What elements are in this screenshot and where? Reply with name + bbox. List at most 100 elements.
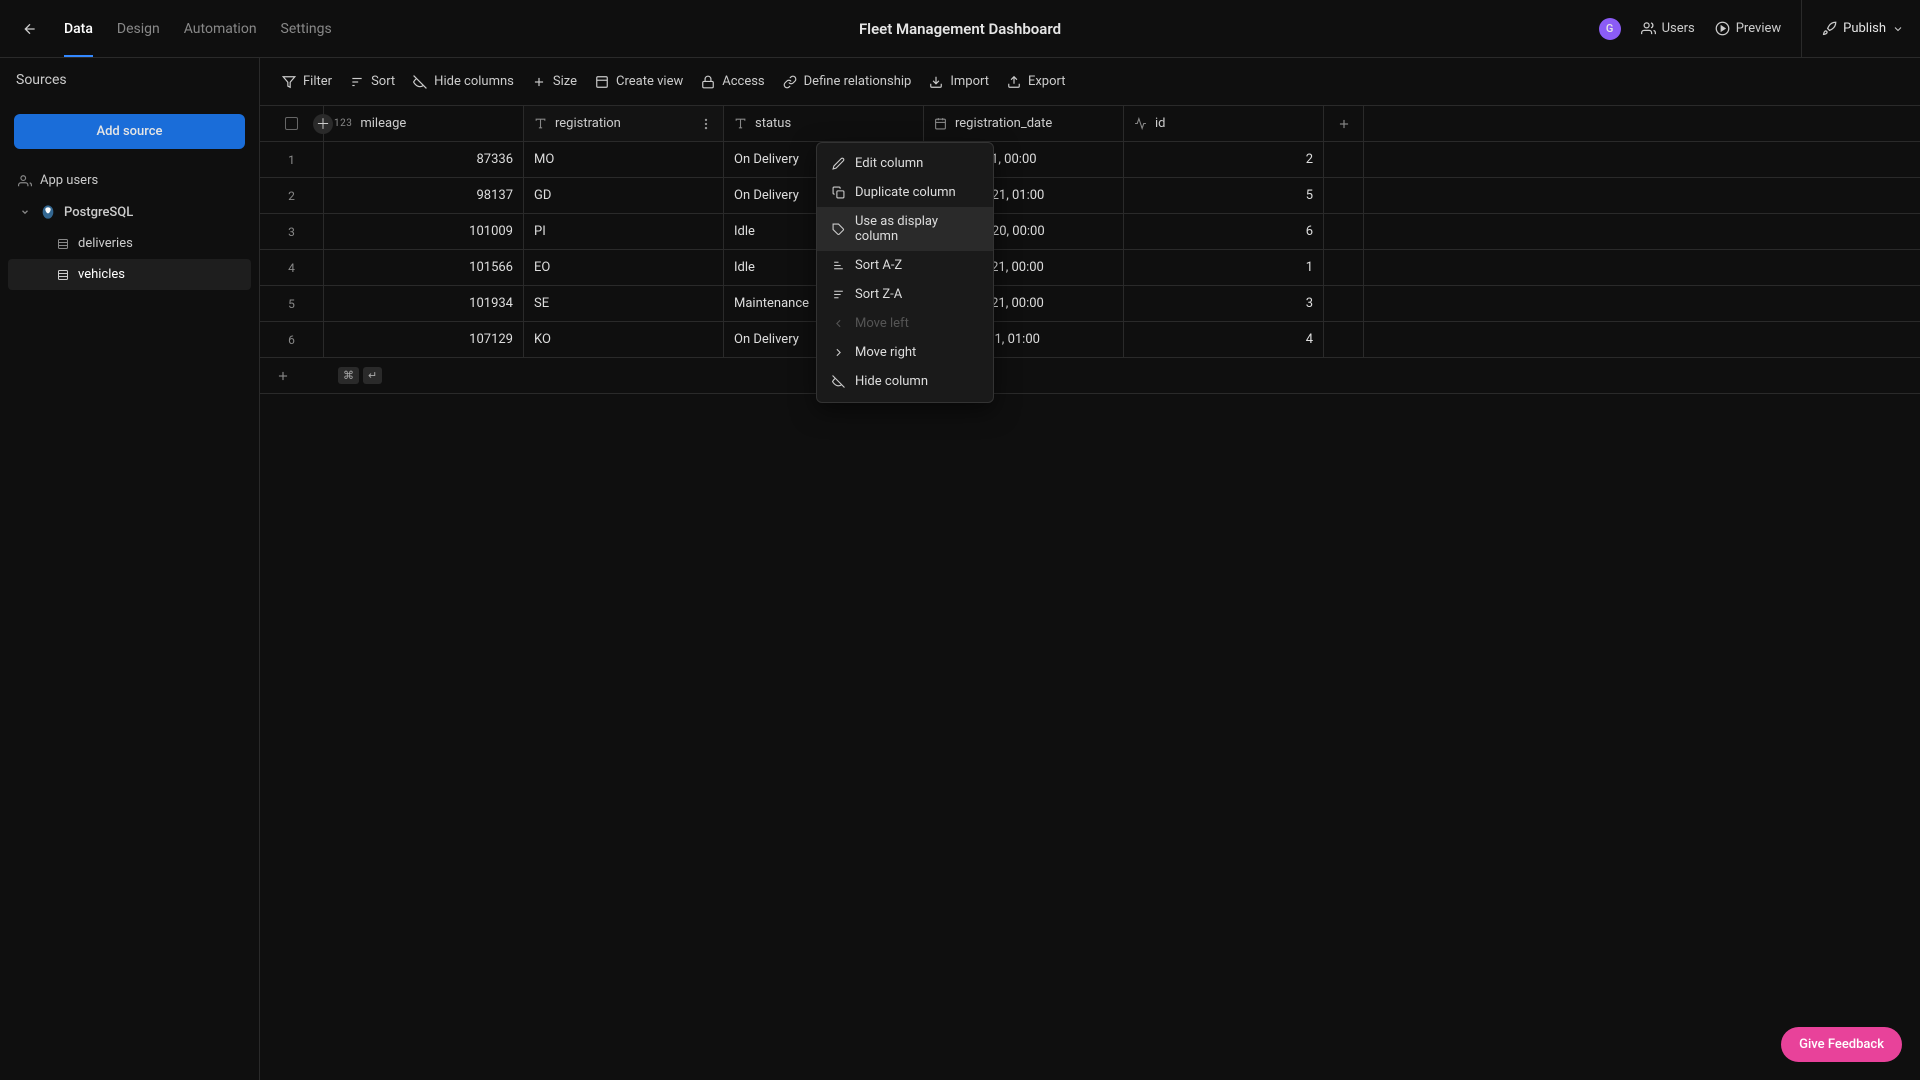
import-icon (929, 75, 943, 89)
ctx-move-right[interactable]: Move right (817, 338, 993, 367)
publish-button[interactable]: Publish (1801, 0, 1904, 58)
tab-settings[interactable]: Settings (281, 1, 332, 57)
cell-registration[interactable]: MO (524, 142, 724, 177)
filter-icon (282, 75, 296, 89)
export-button[interactable]: Export (1007, 74, 1066, 89)
preview-button[interactable]: Preview (1715, 21, 1781, 36)
users-icon (18, 174, 32, 188)
insert-column-button[interactable]: ＋ (313, 114, 333, 134)
content: Filter Sort Hide columns Size Create vie… (260, 58, 1920, 1080)
cell-mileage[interactable]: 87336 (324, 142, 524, 177)
add-column-button[interactable] (1324, 106, 1364, 141)
size-button[interactable]: Size (532, 74, 577, 89)
add-source-button[interactable]: Add source (14, 114, 245, 149)
give-feedback-button[interactable]: Give Feedback (1781, 1027, 1902, 1062)
plus-icon (1337, 117, 1351, 131)
ctx-label: Hide column (855, 374, 928, 389)
column-header-registration-date[interactable]: registration_date (924, 106, 1124, 141)
cell-id[interactable]: 2 (1124, 142, 1324, 177)
toolbar-label: Export (1028, 74, 1066, 89)
back-button[interactable] (16, 15, 44, 43)
kbd-enter: ↵ (363, 367, 382, 384)
kbd-cmd: ⌘ (338, 367, 359, 384)
table-row[interactable]: 5 101934 SE Maintenance Jan 28 2021, 00:… (260, 286, 1920, 322)
table-row[interactable]: 2 98137 GD On Delivery Sep 18 2021, 01:0… (260, 178, 1920, 214)
sidebar-item-label: PostgreSQL (64, 205, 133, 220)
cell-id[interactable]: 4 (1124, 322, 1324, 357)
sort-button[interactable]: Sort (350, 74, 395, 89)
nav-tabs: Data Design Automation Settings (64, 1, 332, 57)
link-icon (783, 75, 797, 89)
ctx-edit-column[interactable]: Edit column (817, 149, 993, 178)
rocket-icon (1822, 21, 1837, 36)
filter-button[interactable]: Filter (282, 74, 332, 89)
cell-id[interactable]: 5 (1124, 178, 1324, 213)
tab-data[interactable]: Data (64, 1, 93, 57)
postgres-icon (40, 204, 56, 220)
ctx-label: Move right (855, 345, 916, 360)
ctx-label: Move left (855, 316, 909, 331)
eye-off-icon (413, 75, 427, 89)
create-view-button[interactable]: Create view (595, 74, 683, 89)
export-icon (1007, 75, 1021, 89)
users-button[interactable]: Users (1641, 21, 1695, 36)
avatar[interactable]: G (1599, 18, 1621, 40)
column-header-id[interactable]: id (1124, 106, 1324, 141)
cell-id[interactable]: 6 (1124, 214, 1324, 249)
toolbar-label: Sort (371, 74, 395, 89)
cell-registration[interactable]: KO (524, 322, 724, 357)
ctx-use-as-display[interactable]: Use as display column (817, 207, 993, 251)
sidebar-item-app-users[interactable]: App users (8, 165, 251, 196)
cell-empty (1324, 142, 1364, 177)
select-all-cell: ＋ (260, 106, 324, 141)
plus-icon (276, 369, 290, 383)
tab-automation[interactable]: Automation (184, 1, 257, 57)
hide-columns-button[interactable]: Hide columns (413, 74, 514, 89)
cell-id[interactable]: 3 (1124, 286, 1324, 321)
cell-id[interactable]: 1 (1124, 250, 1324, 285)
chevron-down-icon (18, 205, 32, 219)
column-header-registration[interactable]: registration (524, 106, 724, 141)
cell-empty (1324, 250, 1364, 285)
cell-mileage[interactable]: 107129 (324, 322, 524, 357)
add-row[interactable]: ⌘ ↵ (260, 358, 1920, 394)
import-button[interactable]: Import (929, 74, 989, 89)
sidebar-item-vehicles[interactable]: vehicles (8, 259, 251, 290)
topbar: Data Design Automation Settings Fleet Ma… (0, 0, 1920, 58)
cell-registration[interactable]: GD (524, 178, 724, 213)
cell-registration[interactable]: PI (524, 214, 724, 249)
cell-mileage[interactable]: 98137 (324, 178, 524, 213)
cell-registration[interactable]: SE (524, 286, 724, 321)
row-index: 4 (260, 250, 324, 285)
table-header-row: ＋ 123 mileage registration status (260, 106, 1920, 142)
column-header-mileage[interactable]: 123 mileage (324, 106, 524, 141)
access-button[interactable]: Access (701, 74, 764, 89)
tab-design[interactable]: Design (117, 1, 160, 57)
ctx-sort-asc[interactable]: Sort A-Z (817, 251, 993, 280)
cell-mileage[interactable]: 101934 (324, 286, 524, 321)
table-row[interactable]: 6 107129 KO On Delivery Jul 30 2021, 01:… (260, 322, 1920, 358)
table-row[interactable]: 4 101566 EO Idle Jan 29 2021, 00:00 1 (260, 250, 1920, 286)
ctx-hide-column[interactable]: Hide column (817, 367, 993, 396)
sidebar-item-deliveries[interactable]: deliveries (8, 228, 251, 259)
table-icon (56, 268, 70, 282)
table-row[interactable]: 3 101009 PI Idle Dec 15 2020, 00:00 6 (260, 214, 1920, 250)
table-row[interactable]: 1 87336 MO On Delivery Jan 7 2021, 00:00… (260, 142, 1920, 178)
column-header-status[interactable]: status (724, 106, 924, 141)
sidebar-item-postgresql[interactable]: PostgreSQL (8, 196, 251, 228)
column-menu-button[interactable] (699, 117, 713, 131)
ctx-label: Duplicate column (855, 185, 956, 200)
toolbar-label: Filter (303, 74, 332, 89)
cell-mileage[interactable]: 101009 (324, 214, 524, 249)
column-name: mileage (360, 116, 406, 131)
cell-mileage[interactable]: 101566 (324, 250, 524, 285)
cell-registration[interactable]: EO (524, 250, 724, 285)
main: Sources Add source App users PostgreSQL … (0, 58, 1920, 1080)
ctx-sort-desc[interactable]: Sort Z-A (817, 280, 993, 309)
pencil-icon (831, 157, 845, 171)
ctx-duplicate-column[interactable]: Duplicate column (817, 178, 993, 207)
chevron-down-icon (1892, 23, 1904, 35)
define-relationship-button[interactable]: Define relationship (783, 74, 912, 89)
preview-label: Preview (1736, 21, 1781, 36)
select-all-checkbox[interactable] (285, 117, 298, 130)
